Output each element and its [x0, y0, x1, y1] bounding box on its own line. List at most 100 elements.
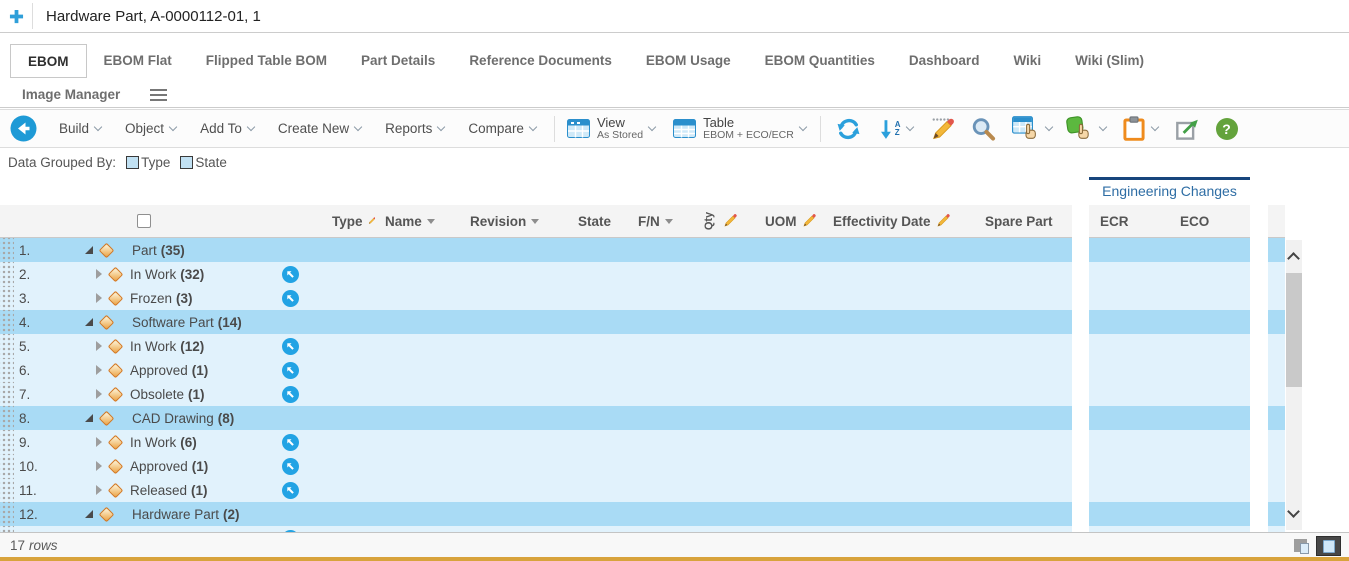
tab-flipped-table-bom[interactable]: Flipped Table BOM — [189, 44, 344, 78]
new-tab-button[interactable] — [0, 9, 32, 24]
navigate-icon[interactable] — [282, 458, 299, 475]
tab-ebom-flat[interactable]: EBOM Flat — [87, 44, 189, 78]
menu-build[interactable]: Build — [59, 121, 101, 136]
drag-handle-icon[interactable] — [0, 358, 14, 382]
column-header-effectivity-date[interactable]: Effectivity Date — [817, 205, 965, 237]
drag-handle-icon[interactable] — [0, 454, 14, 478]
table-row[interactable]: 12.Hardware Part(2) — [0, 502, 1072, 526]
drag-handle-icon[interactable] — [0, 502, 14, 526]
column-header-type[interactable]: Type — [310, 205, 375, 237]
drag-handle-icon[interactable] — [0, 406, 14, 430]
table-row[interactable]: 9.In Work(6) — [0, 430, 1072, 454]
drag-handle-icon[interactable] — [0, 238, 14, 262]
tab-dashboard[interactable]: Dashboard — [892, 44, 997, 78]
back-button[interactable] — [10, 115, 37, 142]
navigate-icon[interactable] — [282, 362, 299, 379]
expand-icon[interactable] — [96, 485, 102, 495]
table-select-button[interactable] — [1012, 116, 1052, 142]
collapse-icon[interactable] — [85, 510, 93, 518]
column-header-state[interactable]: State — [565, 205, 627, 237]
expand-icon[interactable] — [96, 269, 102, 279]
hamburger-icon[interactable] — [150, 86, 167, 104]
clipboard-button[interactable] — [1122, 116, 1158, 141]
table-row[interactable]: 11.Released(1) — [0, 478, 1072, 502]
drag-handle-icon[interactable] — [0, 478, 14, 502]
column-header-revision[interactable]: Revision — [460, 205, 565, 237]
vertical-scrollbar[interactable] — [1286, 240, 1302, 530]
table-row[interactable]: 10.Approved(1) — [0, 454, 1072, 478]
part-type-icon — [99, 506, 115, 522]
scroll-down-icon[interactable] — [1287, 505, 1300, 518]
scrollbar-thumb[interactable] — [1286, 273, 1302, 387]
column-header-ecr[interactable]: ECR — [1089, 205, 1169, 237]
table-row[interactable]: 1.Part(35) — [0, 238, 1072, 262]
tab-reference-documents[interactable]: Reference Documents — [452, 44, 629, 78]
tab-ebom[interactable]: EBOM — [10, 44, 87, 78]
select-all-checkbox[interactable] — [137, 214, 151, 228]
collapse-icon[interactable] — [85, 318, 93, 326]
expand-icon[interactable] — [96, 365, 102, 375]
drag-handle-icon[interactable] — [0, 286, 14, 310]
drag-handle-icon[interactable] — [0, 334, 14, 358]
action-toolbar: Build Object Add To Create New Reports C… — [0, 109, 1349, 148]
maximize-panel-icon[interactable] — [1316, 536, 1341, 556]
hand-pointer-icon — [1078, 124, 1087, 138]
sort-button[interactable]: AZ — [880, 118, 913, 140]
drag-handle-icon[interactable] — [0, 262, 14, 286]
refresh-button[interactable] — [835, 117, 862, 141]
table-row[interactable]: 3.Frozen(3) — [0, 286, 1072, 310]
table-row[interactable]: 4.Software Part(14) — [0, 310, 1072, 334]
column-header-name[interactable]: Name — [375, 205, 460, 237]
expand-icon[interactable] — [96, 437, 102, 447]
help-button[interactable]: ? — [1216, 118, 1238, 140]
tab-ebom-quantities[interactable]: EBOM Quantities — [748, 44, 892, 78]
edit-button[interactable] — [929, 117, 955, 141]
group-swatch-state[interactable] — [180, 156, 193, 169]
tab-wiki[interactable]: Wiki — [996, 44, 1058, 78]
navigate-icon[interactable] — [282, 434, 299, 451]
table-row[interactable]: 2.In Work(32) — [0, 262, 1072, 286]
export-button[interactable] — [1176, 118, 1200, 140]
object-select-button[interactable] — [1066, 116, 1106, 142]
expand-icon[interactable] — [96, 293, 102, 303]
menu-create-new[interactable]: Create New — [278, 121, 361, 136]
navigate-icon[interactable] — [282, 386, 299, 403]
group-swatch-type[interactable] — [126, 156, 139, 169]
column-header-fn[interactable]: F/N — [627, 205, 692, 237]
scroll-up-icon[interactable] — [1287, 252, 1300, 265]
table-row[interactable]: 6.Approved(1) — [0, 358, 1072, 382]
edit-pencil-icon — [929, 117, 955, 141]
expand-icon[interactable] — [96, 389, 102, 399]
menu-reports[interactable]: Reports — [385, 121, 444, 136]
column-header-uom[interactable]: UOM — [742, 205, 817, 237]
tab-wiki-slim[interactable]: Wiki (Slim) — [1058, 44, 1161, 78]
navigate-icon[interactable] — [282, 338, 299, 355]
column-header-qty[interactable]: Qty — [692, 205, 742, 237]
menu-compare[interactable]: Compare — [468, 121, 536, 136]
tab-ebom-usage[interactable]: EBOM Usage — [629, 44, 748, 78]
expand-icon[interactable] — [96, 341, 102, 351]
navigate-icon[interactable] — [282, 482, 299, 499]
drag-handle-icon[interactable] — [0, 430, 14, 454]
table-config-dropdown[interactable]: TableEBOM + ECO/ECR — [673, 116, 806, 141]
search-button[interactable] — [971, 117, 996, 141]
column-header-eco[interactable]: ECO — [1169, 205, 1250, 237]
collapse-icon[interactable] — [85, 246, 93, 254]
restore-panel-icon[interactable] — [1294, 539, 1307, 552]
table-row[interactable]: 5.In Work(12) — [0, 334, 1072, 358]
view-dropdown[interactable]: ViewAs Stored — [567, 116, 655, 141]
navigate-icon[interactable] — [282, 266, 299, 283]
menu-object[interactable]: Object — [125, 121, 176, 136]
navigate-icon[interactable] — [282, 290, 299, 307]
menu-add-to[interactable]: Add To — [200, 121, 254, 136]
table-row[interactable]: 7.Obsolete(1) — [0, 382, 1072, 406]
expand-icon[interactable] — [96, 461, 102, 471]
tab-image-manager[interactable]: Image Manager — [22, 78, 120, 112]
engineering-changes-label: Engineering Changes — [1089, 180, 1250, 199]
drag-handle-icon[interactable] — [0, 310, 14, 334]
drag-handle-icon[interactable] — [0, 382, 14, 406]
collapse-icon[interactable] — [85, 414, 93, 422]
tab-part-details[interactable]: Part Details — [344, 44, 452, 78]
table-row[interactable]: 8.CAD Drawing(8) — [0, 406, 1072, 430]
column-header-spare-part[interactable]: Spare Part — [965, 205, 1072, 237]
